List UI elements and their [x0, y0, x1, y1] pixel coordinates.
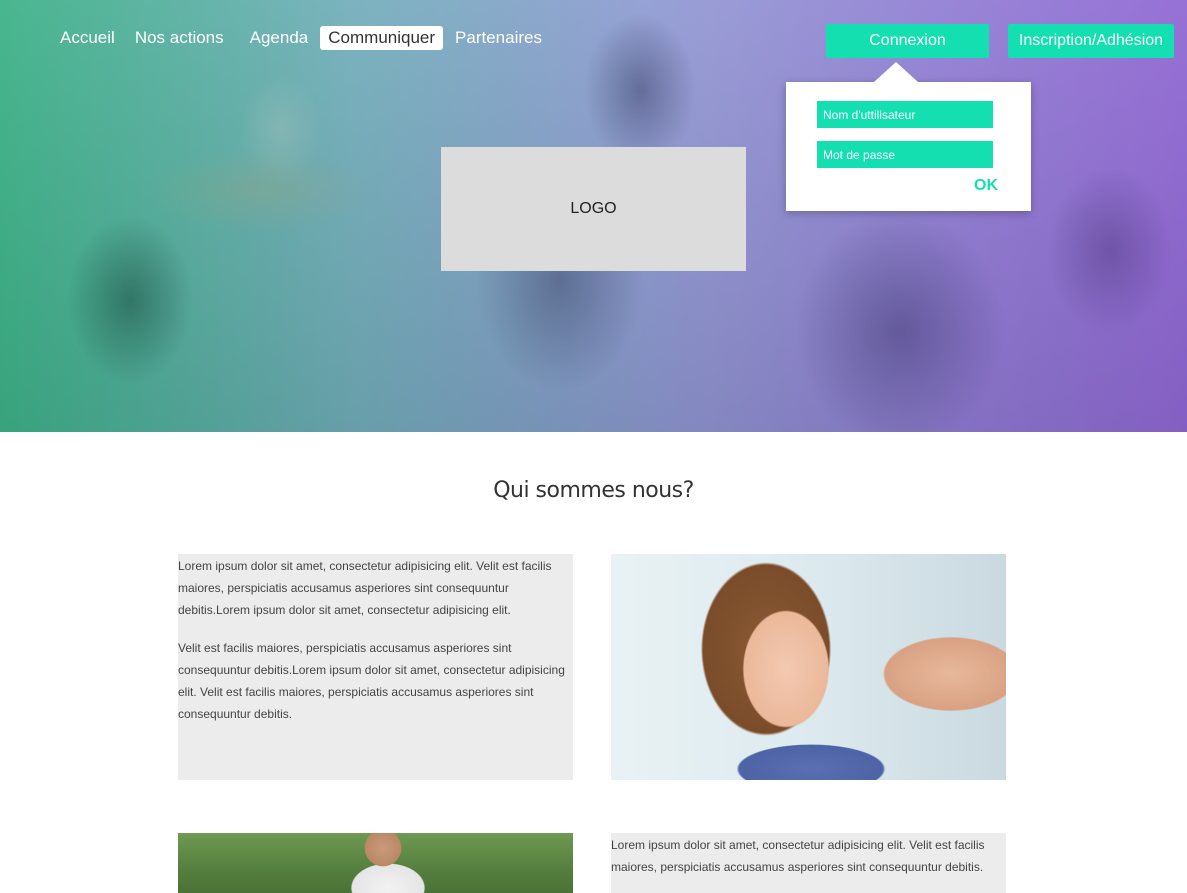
inscription-button[interactable]: Inscription/Adhésion [1008, 24, 1174, 58]
nav-item-nos-actions[interactable]: Nos actions [127, 26, 232, 50]
nav-item-communiquer[interactable]: Communiquer [320, 26, 444, 50]
logo-placeholder: LOGO [441, 147, 746, 271]
username-input[interactable]: Nom d'uttilisateur [817, 101, 993, 128]
password-input[interactable]: Mot de passe [817, 141, 993, 168]
connexion-button[interactable]: Connexion [826, 24, 989, 58]
section-title: Qui sommes nous? [493, 478, 694, 503]
about-text-block-1: Lorem ipsum dolor sit amet, consectetur … [178, 554, 573, 780]
logo-text: LOGO [570, 200, 617, 217]
nav-item-partenaires[interactable]: Partenaires [447, 26, 550, 50]
child-hearing-aid-photo [611, 554, 1006, 780]
paragraph: Lorem ipsum dolor sit amet, consectetur … [178, 559, 552, 617]
paragraph: Velit est facilis maiores, perspiciatis … [178, 641, 565, 721]
man-outdoor-photo [178, 833, 573, 893]
nav-item-accueil[interactable]: Accueil [52, 26, 123, 50]
about-text-block-2: Lorem ipsum dolor sit amet, consectetur … [611, 833, 1006, 893]
main-nav: Accueil Nos actions Agenda Communiquer P… [52, 26, 554, 50]
login-ok-button[interactable]: OK [974, 177, 998, 195]
login-popover: Nom d'uttilisateur Mot de passe OK [786, 62, 1031, 211]
hero-banner: Accueil Nos actions Agenda Communiquer P… [0, 0, 1187, 432]
nav-item-agenda[interactable]: Agenda [242, 26, 317, 50]
paragraph: Lorem ipsum dolor sit amet, consectetur … [611, 838, 985, 874]
